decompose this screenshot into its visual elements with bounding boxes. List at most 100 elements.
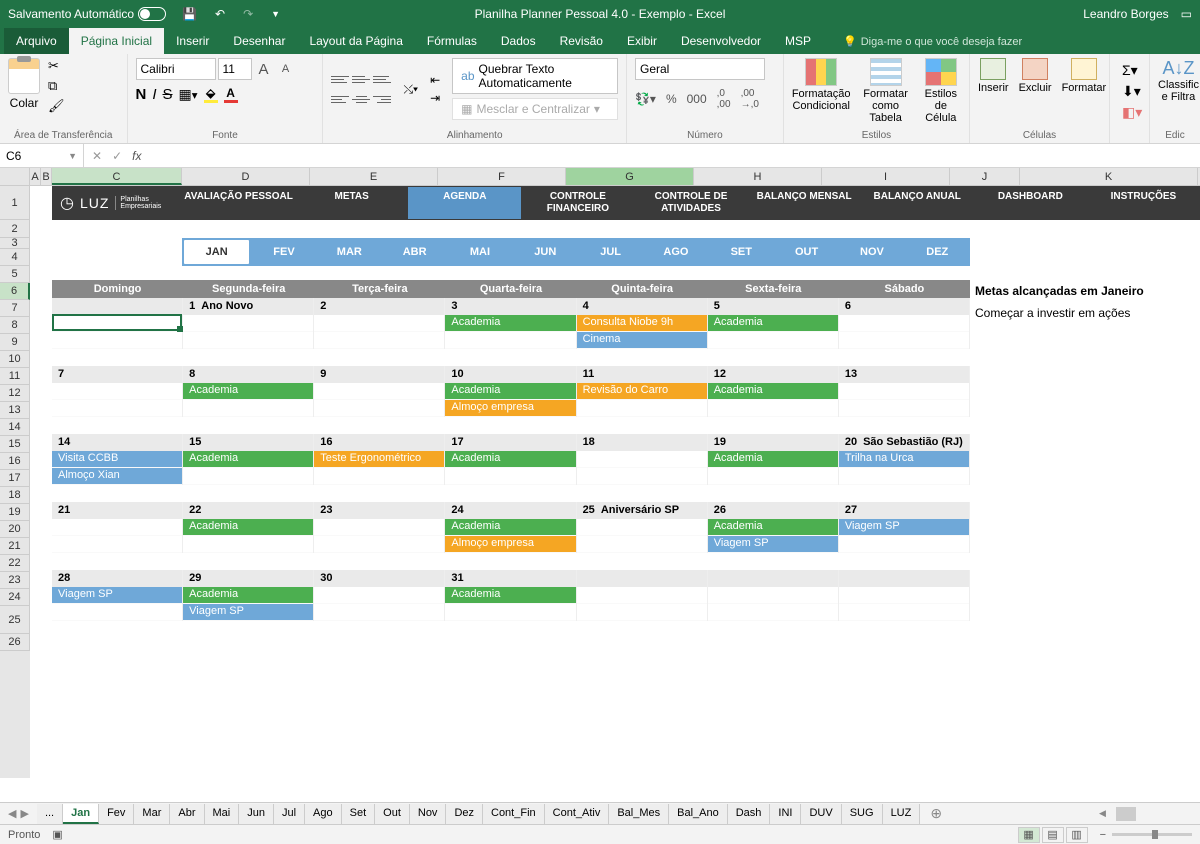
- autosum-icon[interactable]: Σ▾: [1122, 62, 1137, 79]
- sort-filter-button[interactable]: A↓Z Classific e Filtra: [1158, 58, 1199, 103]
- calendar-cell[interactable]: 10AcademiaAlmoço empresa: [445, 366, 576, 417]
- calendar-event[interactable]: Teste Ergonométrico: [314, 451, 444, 468]
- row-1[interactable]: 1: [0, 186, 30, 220]
- calendar-cell[interactable]: 17Academia: [445, 434, 576, 485]
- tab-exibir[interactable]: Exibir: [615, 28, 669, 54]
- sheet-tab-cont_ativ[interactable]: Cont_Ativ: [545, 804, 610, 824]
- row-21[interactable]: 21: [0, 538, 30, 555]
- decrease-decimal-icon[interactable]: ,00→,0: [741, 88, 759, 110]
- number-format-select[interactable]: [635, 58, 765, 80]
- page-break-view-icon[interactable]: ▥: [1066, 827, 1088, 843]
- sheet-tab-...[interactable]: ...: [37, 804, 63, 824]
- calendar-cell[interactable]: 30: [314, 570, 445, 621]
- font-color-button[interactable]: A: [224, 86, 238, 103]
- calendar-event[interactable]: Academia: [445, 519, 575, 536]
- calendar-cell[interactable]: 1Ano Novo: [183, 298, 314, 349]
- calendar-cell[interactable]: 19Academia: [708, 434, 839, 485]
- calendar-event[interactable]: Academia: [708, 383, 838, 400]
- calendar-event[interactable]: Academia: [183, 519, 313, 536]
- undo-icon[interactable]: ↶: [215, 7, 225, 21]
- sheet-tab-fev[interactable]: Fev: [99, 804, 134, 824]
- row-24[interactable]: 24: [0, 589, 30, 606]
- sheet-tab-bal_ano[interactable]: Bal_Ano: [669, 804, 728, 824]
- zoom-out-icon[interactable]: −: [1100, 829, 1106, 841]
- wrap-text-button[interactable]: ab Quebrar Texto Automaticamente: [452, 58, 618, 94]
- sheet-tab-abr[interactable]: Abr: [170, 804, 204, 824]
- increase-indent-icon[interactable]: ⇥: [430, 91, 440, 105]
- planner-nav-metas[interactable]: METAS: [295, 187, 408, 219]
- sheet-tab-cont_fin[interactable]: Cont_Fin: [483, 804, 545, 824]
- row-7[interactable]: 7: [0, 300, 30, 317]
- sheet-tab-dez[interactable]: Dez: [446, 804, 483, 824]
- planner-nav-controle-de-atividades[interactable]: CONTROLE DE ATIVIDADES: [634, 187, 747, 219]
- fill-icon[interactable]: ⬇▾: [1122, 83, 1137, 100]
- planner-nav-agenda[interactable]: AGENDA: [408, 187, 521, 219]
- name-box[interactable]: C6▼: [0, 144, 84, 167]
- row-20[interactable]: 20: [0, 521, 30, 538]
- format-cells-button[interactable]: Formatar: [1062, 58, 1107, 94]
- calendar-event[interactable]: Cinema: [577, 332, 707, 349]
- calendar-cell[interactable]: 13: [839, 366, 970, 417]
- tab-formulas[interactable]: Fórmulas: [415, 28, 489, 54]
- calendar-event[interactable]: Trilha na Urca: [839, 451, 969, 468]
- row-2[interactable]: 2: [0, 220, 30, 238]
- delete-cells-button[interactable]: Excluir: [1019, 58, 1052, 94]
- row-12[interactable]: 12: [0, 385, 30, 402]
- tab-dados[interactable]: Dados: [489, 28, 548, 54]
- insert-cells-button[interactable]: Inserir: [978, 58, 1009, 94]
- row-11[interactable]: 11: [0, 368, 30, 385]
- sheet-tab-sug[interactable]: SUG: [842, 804, 883, 824]
- calendar-cell[interactable]: 11Revisão do Carro: [577, 366, 708, 417]
- fill-color-button[interactable]: ⬙: [204, 86, 218, 103]
- calendar-event[interactable]: Visita CCBB: [52, 451, 182, 468]
- calendar-event[interactable]: Viagem SP: [52, 587, 182, 604]
- calendar-cell[interactable]: 9: [314, 366, 445, 417]
- copy-icon[interactable]: ⧉: [48, 78, 65, 94]
- calendar-cell[interactable]: 31Academia: [445, 570, 576, 621]
- paste-button[interactable]: Colar: [8, 58, 40, 110]
- col-c[interactable]: C: [52, 168, 182, 185]
- row-6[interactable]: 6: [0, 283, 30, 300]
- zoom-slider[interactable]: [1112, 833, 1192, 836]
- planner-nav-avaliação-pessoal[interactable]: AVALIAÇÃO PESSOAL: [182, 187, 295, 219]
- italic-button[interactable]: I: [152, 86, 156, 103]
- calendar-cell[interactable]: 8Academia: [183, 366, 314, 417]
- calendar-cell[interactable]: 7: [52, 366, 183, 417]
- calendar-cell[interactable]: 18: [577, 434, 708, 485]
- col-j[interactable]: J: [950, 168, 1020, 185]
- worksheet[interactable]: ◷ LUZ Planilhas Empresariais AVALIAÇÃO P…: [30, 186, 1200, 778]
- tab-revisao[interactable]: Revisão: [548, 28, 615, 54]
- new-sheet-button[interactable]: ⊕: [920, 805, 952, 822]
- calendar-event[interactable]: Viagem SP: [708, 536, 838, 553]
- sheet-nav-next-icon[interactable]: ▶: [20, 807, 28, 820]
- decrease-font-icon[interactable]: A: [276, 59, 296, 79]
- sheet-tab-ini[interactable]: INI: [770, 804, 801, 824]
- row-18[interactable]: 18: [0, 487, 30, 504]
- tell-me-search[interactable]: 💡 Diga-me o que você deseja fazer: [843, 29, 1022, 54]
- month-fev[interactable]: FEV: [251, 240, 316, 264]
- increase-decimal-icon[interactable]: ,0,00: [717, 88, 731, 110]
- month-out[interactable]: OUT: [774, 240, 839, 264]
- col-f[interactable]: F: [438, 168, 566, 185]
- sheet-tab-ago[interactable]: Ago: [305, 804, 342, 824]
- planner-nav-balanço-mensal[interactable]: BALANÇO MENSAL: [748, 187, 861, 219]
- enter-formula-icon[interactable]: ✓: [112, 149, 122, 163]
- calendar-event[interactable]: Consulta Niobe 9h: [577, 315, 707, 332]
- sheet-tab-mar[interactable]: Mar: [134, 804, 170, 824]
- percent-icon[interactable]: %: [666, 92, 677, 106]
- increase-font-icon[interactable]: A: [254, 59, 274, 79]
- calendar-event[interactable]: Almoço Xian: [52, 468, 182, 485]
- calendar-cell[interactable]: 28Viagem SP: [52, 570, 183, 621]
- calendar-event[interactable]: Almoço empresa: [445, 536, 575, 553]
- calendar-cell[interactable]: 2: [314, 298, 445, 349]
- align-top-icon[interactable]: [331, 71, 349, 87]
- sheet-tab-set[interactable]: Set: [342, 804, 376, 824]
- sheet-tab-out[interactable]: Out: [375, 804, 410, 824]
- calendar-cell[interactable]: [839, 570, 970, 621]
- orientation-icon[interactable]: ⤯▾: [403, 82, 418, 97]
- sheet-tab-jan[interactable]: Jan: [63, 804, 99, 824]
- sheet-tab-jun[interactable]: Jun: [239, 804, 274, 824]
- row-17[interactable]: 17: [0, 470, 30, 487]
- col-i[interactable]: I: [822, 168, 950, 185]
- horizontal-scrollbar[interactable]: ◀: [1095, 802, 1200, 824]
